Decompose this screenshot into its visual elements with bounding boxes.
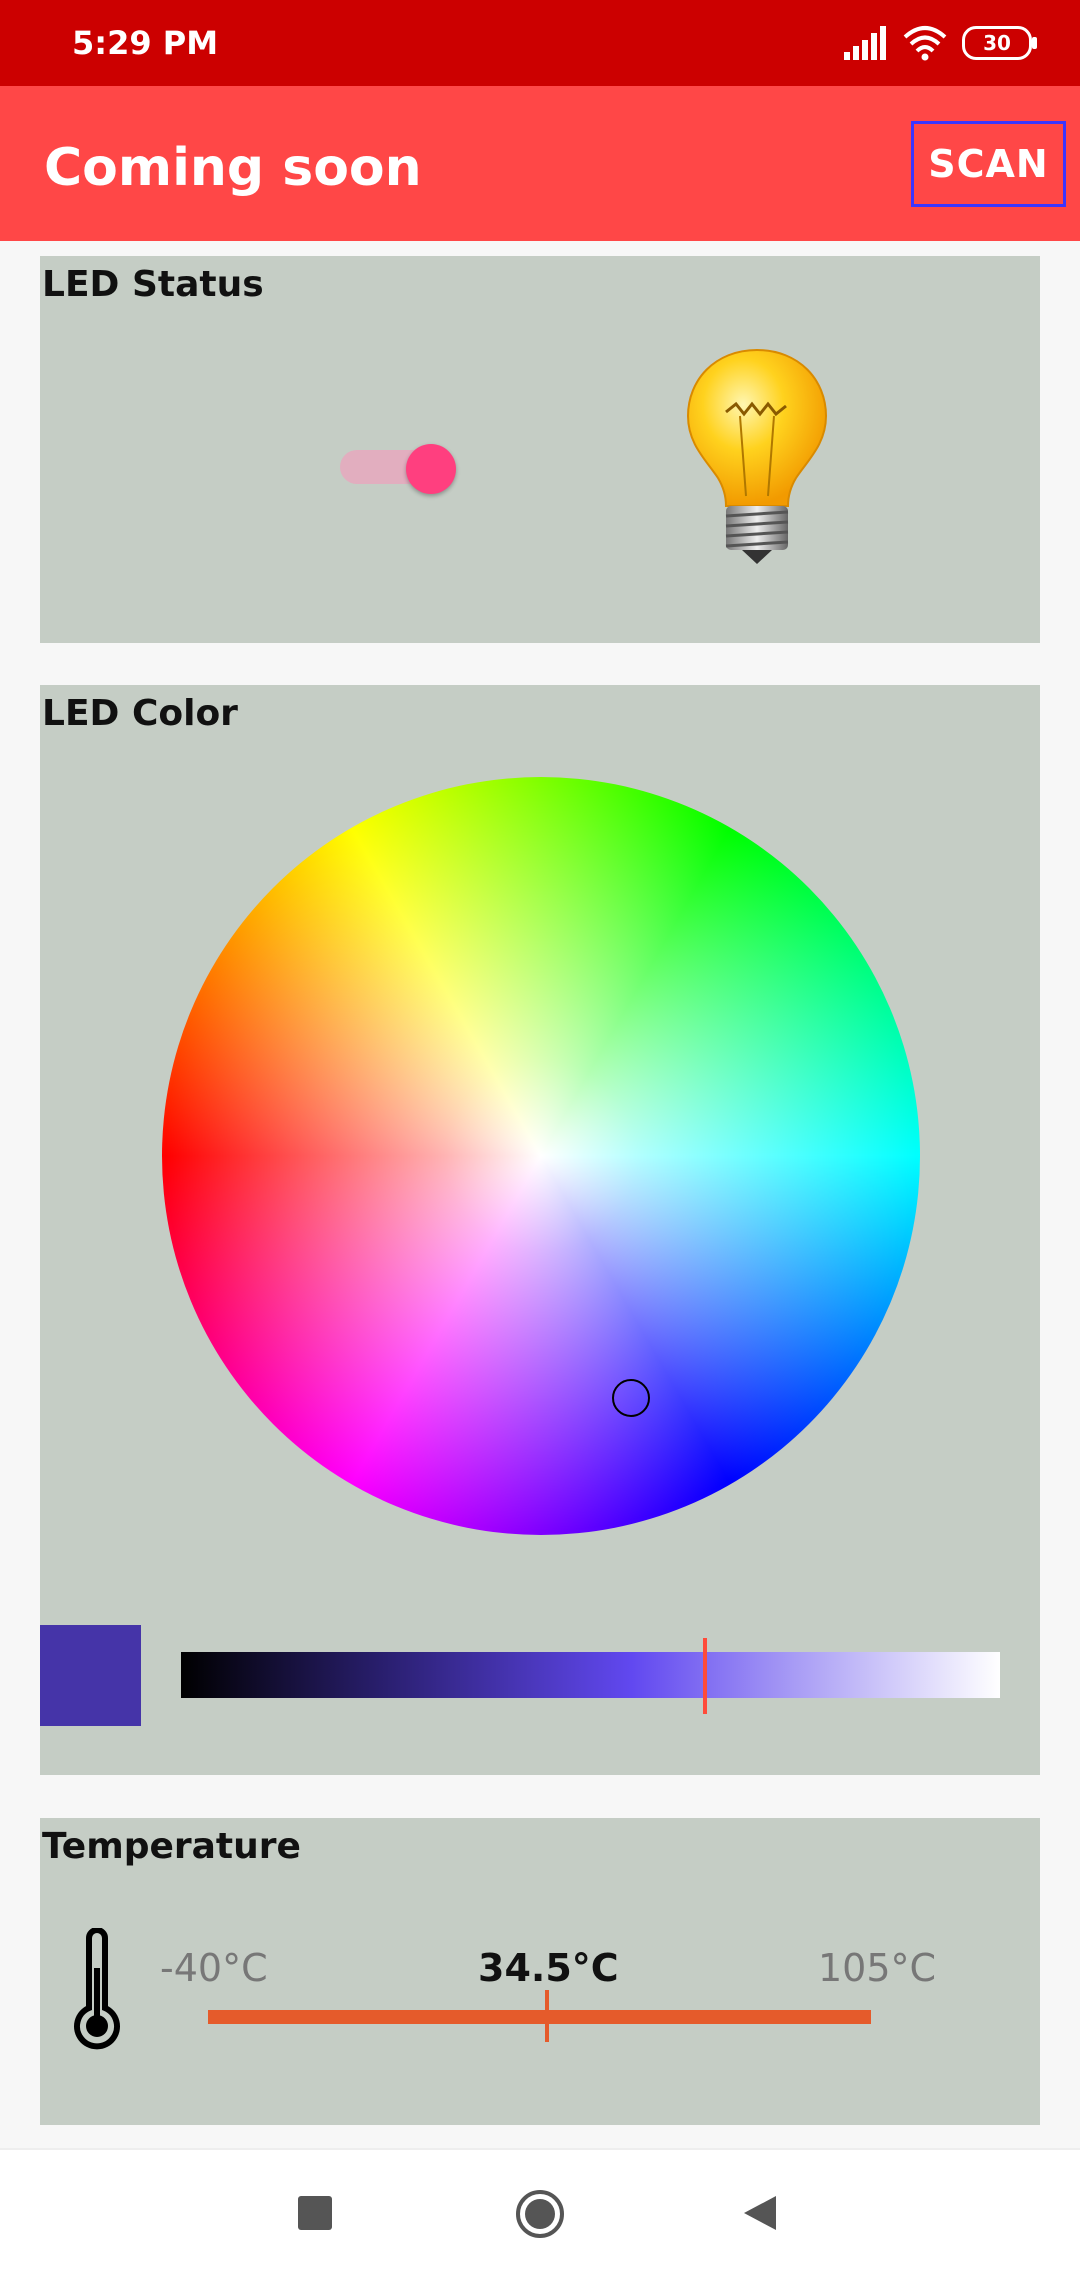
status-icons: 30 bbox=[844, 22, 1037, 64]
battery-level: 30 bbox=[983, 31, 1011, 55]
temperature-gauge-track bbox=[208, 2010, 871, 2024]
home-icon[interactable] bbox=[514, 2188, 566, 2240]
temperature-card: Temperature -40°C 34.5°C 105°C bbox=[40, 1818, 1040, 2125]
battery-icon: 30 bbox=[962, 26, 1037, 60]
back-icon[interactable] bbox=[742, 2194, 778, 2232]
scan-button[interactable]: SCAN bbox=[911, 121, 1066, 207]
app-bar: Coming soon SCAN bbox=[0, 86, 1080, 241]
brightness-slider-marker[interactable] bbox=[703, 1638, 708, 1714]
switch-thumb bbox=[406, 444, 456, 494]
temperature-current: 34.5°C bbox=[478, 1946, 619, 1990]
signal-icon bbox=[844, 26, 886, 60]
nav-bar bbox=[0, 2148, 1080, 2282]
brightness-slider[interactable] bbox=[181, 1652, 1000, 1698]
temperature-max: 105°C bbox=[818, 1946, 937, 1990]
temperature-label: Temperature bbox=[42, 1826, 301, 1867]
status-bar: 5:29 PM 30 bbox=[0, 0, 1080, 86]
lightbulb-icon bbox=[686, 348, 828, 564]
wifi-icon bbox=[903, 26, 947, 61]
color-wheel[interactable] bbox=[162, 777, 920, 1535]
thermometer-icon bbox=[74, 1928, 120, 2050]
selected-color-swatch bbox=[40, 1625, 141, 1726]
page-title: Coming soon bbox=[44, 138, 422, 198]
temperature-min: -40°C bbox=[160, 1946, 268, 1990]
recents-icon[interactable] bbox=[296, 2194, 334, 2232]
led-switch[interactable] bbox=[340, 434, 456, 494]
status-time: 5:29 PM bbox=[72, 24, 219, 62]
color-wheel-handle[interactable] bbox=[612, 1379, 650, 1417]
led-color-card: LED Color bbox=[40, 685, 1040, 1775]
led-status-label: LED Status bbox=[42, 264, 264, 305]
led-color-label: LED Color bbox=[42, 693, 238, 734]
temperature-gauge-marker bbox=[545, 1990, 549, 2042]
led-status-card: LED Status bbox=[40, 256, 1040, 643]
